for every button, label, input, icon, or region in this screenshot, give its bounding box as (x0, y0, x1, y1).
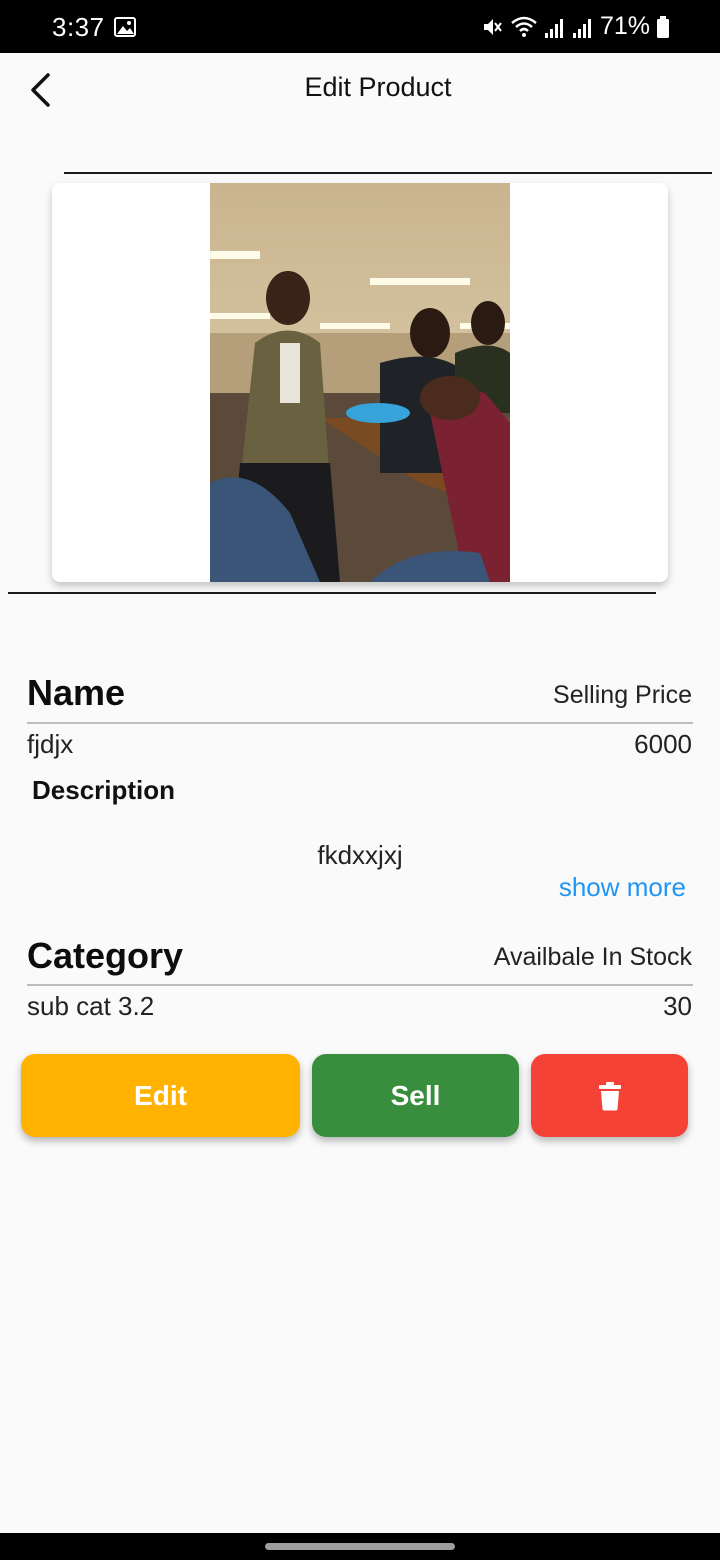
category-divider (27, 984, 693, 986)
price-label: Selling Price (553, 681, 692, 709)
edit-button-label: Edit (134, 1079, 187, 1111)
status-icons: 71% (480, 12, 670, 41)
name-divider (27, 722, 693, 724)
home-indicator[interactable] (265, 1543, 455, 1550)
divider-line-bottom (8, 592, 656, 594)
gallery-icon (114, 17, 136, 37)
signal-icon (544, 18, 563, 38)
description-value: fkdxxjxj (317, 840, 403, 870)
stock-value: 30 (663, 991, 692, 1021)
category-value: sub cat 3.2 (27, 991, 155, 1021)
stock-label: Availbale In Stock (493, 943, 692, 971)
status-bar: 3:37 71% (0, 0, 720, 53)
battery-percent: 71% (599, 12, 650, 40)
name-value: fjdjx (27, 729, 74, 759)
page-title: Edit Product (304, 72, 452, 102)
trash-icon (598, 1081, 621, 1110)
mute-icon (483, 18, 502, 35)
price-value: 6000 (634, 729, 692, 759)
battery-icon (657, 15, 669, 38)
edit-button[interactable]: Edit (21, 1054, 300, 1137)
status-time: 3:37 (52, 12, 105, 42)
name-label: Name (27, 672, 126, 713)
sell-button[interactable]: Sell (312, 1054, 519, 1137)
description-label: Description (32, 775, 176, 805)
delete-button[interactable] (531, 1054, 688, 1137)
system-nav-bar (0, 1533, 720, 1560)
wifi-icon (511, 16, 537, 37)
divider-line-top (64, 172, 712, 174)
signal-icon-2 (572, 18, 591, 38)
product-image-card[interactable] (52, 183, 668, 582)
show-more-link[interactable]: show more (559, 872, 686, 903)
product-photo (210, 183, 510, 582)
category-label: Category (27, 935, 184, 976)
sell-button-label: Sell (390, 1079, 441, 1111)
photo-illustration (210, 183, 510, 582)
